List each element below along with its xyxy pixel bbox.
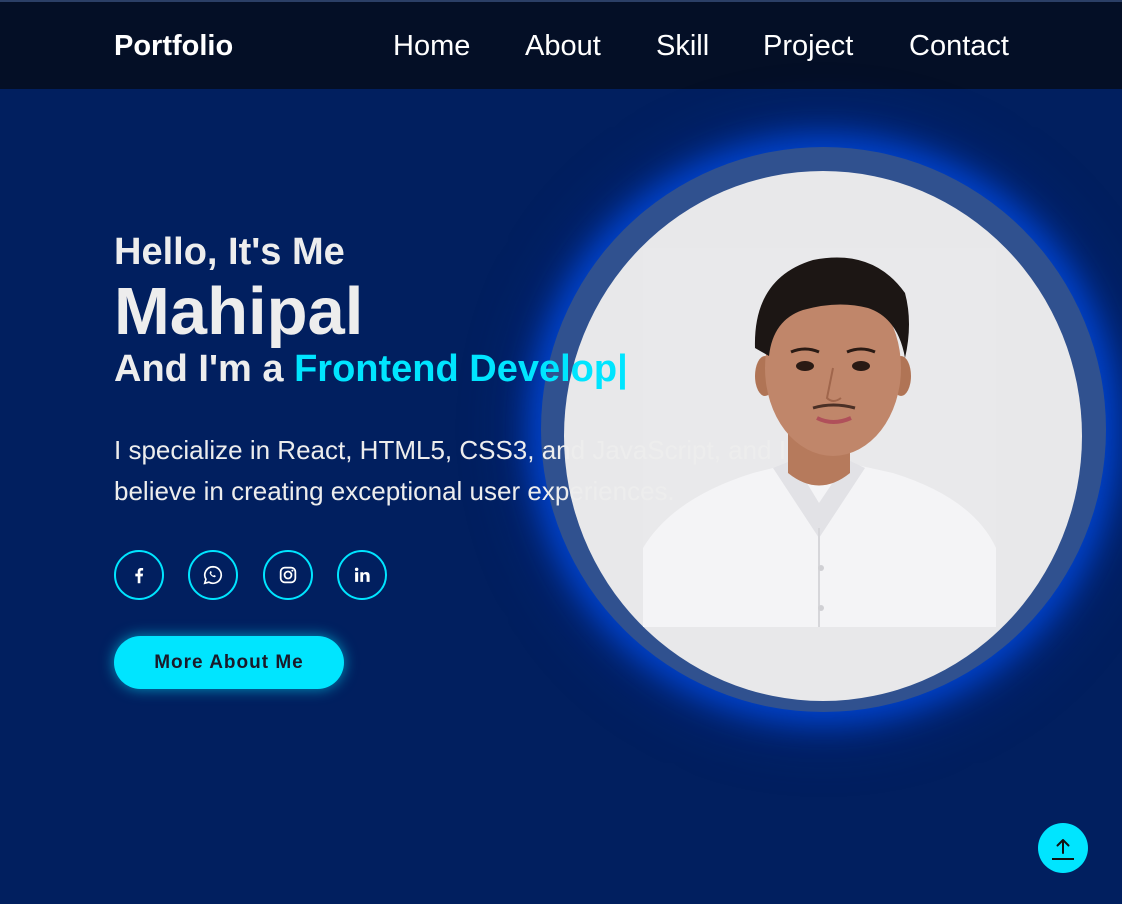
whatsapp-link[interactable] <box>188 550 238 600</box>
nav-contact[interactable]: Contact <box>909 30 1009 62</box>
scroll-to-top-button[interactable] <box>1038 823 1088 873</box>
role-typed-text: Frontend Develop| <box>294 348 628 390</box>
instagram-link[interactable] <box>263 550 313 600</box>
more-about-me-button[interactable]: More About Me <box>114 636 344 689</box>
main-nav: Home About Skill Project Contact <box>0 30 1122 64</box>
site-header: Portfolio Home About Skill Project Conta… <box>0 2 1122 89</box>
hero-description: I specialize in React, HTML5, CSS3, and … <box>114 435 786 506</box>
arrow-up-icon <box>1052 839 1074 860</box>
facebook-link[interactable] <box>114 550 164 600</box>
nav-project[interactable]: Project <box>763 30 853 62</box>
facebook-icon <box>135 567 144 584</box>
linkedin-link[interactable] <box>337 550 387 600</box>
whatsapp-icon <box>203 565 223 585</box>
role-prefix: And I'm a <box>114 348 295 390</box>
nav-about[interactable]: About <box>525 30 601 62</box>
nav-skill[interactable]: Skill <box>656 30 709 62</box>
page: Portfolio Home About Skill Project Conta… <box>0 0 1122 904</box>
hero-role: And I'm a Frontend Develop| <box>114 347 628 391</box>
hero-greeting: Hello, It's Me <box>114 231 345 273</box>
nav-home[interactable]: Home <box>393 30 470 62</box>
linkedin-icon <box>354 567 370 582</box>
instagram-icon <box>279 566 297 584</box>
hero-name: Mahipal <box>114 274 364 349</box>
